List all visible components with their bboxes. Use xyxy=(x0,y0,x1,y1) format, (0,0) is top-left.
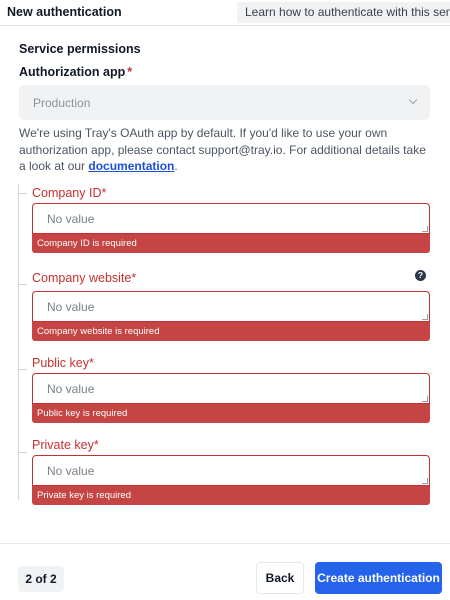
resize-handle-icon[interactable] xyxy=(422,226,428,232)
resize-handle-icon[interactable] xyxy=(422,314,428,320)
field-tick xyxy=(18,193,27,194)
documentation-link[interactable]: documentation xyxy=(88,159,174,173)
company-id-input[interactable] xyxy=(32,203,430,234)
public-key-error: Public key is required xyxy=(32,404,430,423)
create-authentication-button[interactable]: Create authentication xyxy=(315,562,442,594)
private-key-error: Private key is required xyxy=(32,486,430,505)
company-website-error: Company website is required xyxy=(32,322,430,341)
resize-handle-icon[interactable] xyxy=(422,478,428,484)
oauth-info-text: We're using Tray's OAuth app by default.… xyxy=(19,125,429,175)
private-key-input[interactable] xyxy=(32,455,430,486)
authorization-app-label: Authorization app * xyxy=(19,65,132,79)
public-key-label: Public key* xyxy=(32,356,94,370)
step-indicator: 2 of 2 xyxy=(18,566,64,592)
field-tick xyxy=(18,284,27,285)
oauth-info-body: We're using Tray's OAuth app by default.… xyxy=(19,126,426,173)
resize-handle-icon[interactable] xyxy=(422,396,428,402)
company-website-input[interactable] xyxy=(32,291,430,322)
question-circle-icon[interactable]: ? xyxy=(415,270,426,281)
footer: 2 of 2 Back Create authentication xyxy=(0,543,450,600)
header: New authentication Learn how to authenti… xyxy=(0,0,450,26)
company-id-error: Company ID is required xyxy=(32,234,430,253)
public-key-input[interactable] xyxy=(32,373,430,404)
chevron-down-icon xyxy=(408,95,418,105)
help-link-label: Learn how to authenticate with this serv… xyxy=(245,5,450,19)
page-title: New authentication xyxy=(7,5,122,19)
authorization-app-label-text: Authorization app xyxy=(19,65,126,79)
authorization-app-selected-value: Production xyxy=(33,95,91,110)
authorization-app-select[interactable]: Production xyxy=(19,85,430,120)
company-id-label: Company ID* xyxy=(32,186,107,200)
section-title: Service permissions xyxy=(19,42,141,56)
private-key-label: Private key* xyxy=(32,438,99,452)
company-website-label: Company website* xyxy=(32,271,137,285)
help-link[interactable]: Learn how to authenticate with this serv… xyxy=(237,2,450,23)
field-tick xyxy=(18,452,27,453)
field-tick xyxy=(18,369,27,370)
back-button[interactable]: Back xyxy=(256,562,304,594)
required-marker: * xyxy=(127,65,133,79)
oauth-info-end: . xyxy=(174,159,178,173)
